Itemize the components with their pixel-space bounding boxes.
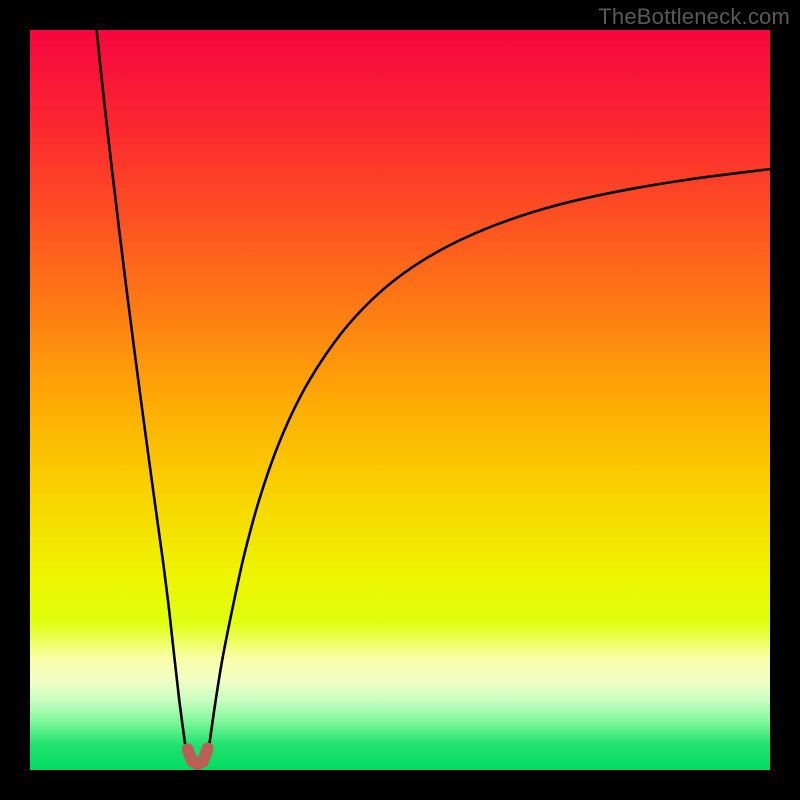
attribution-label: TheBottleneck.com: [598, 4, 790, 30]
curve-layer: [30, 30, 770, 770]
bottleneck-curve-left: [97, 30, 186, 746]
bottleneck-curve-right: [209, 169, 770, 746]
chart-frame: TheBottleneck.com: [0, 0, 800, 800]
plot-area: [30, 30, 770, 770]
minimum-marker: [188, 749, 208, 765]
